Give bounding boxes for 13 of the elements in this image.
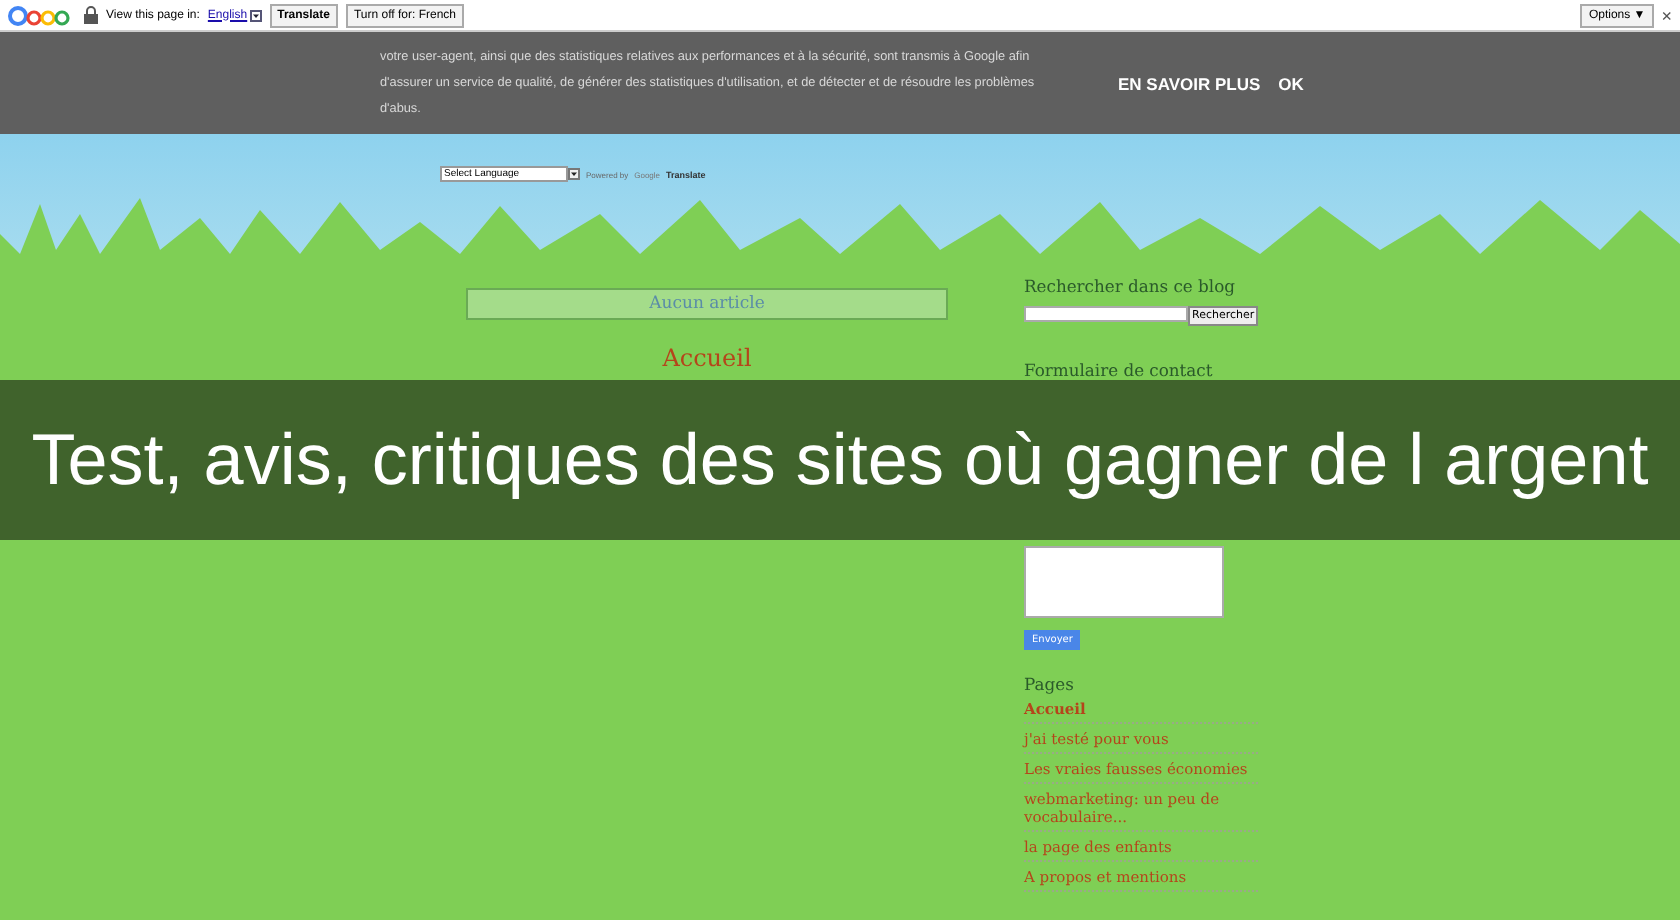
learn-more-link[interactable]: EN SAVOIR PLUS: [1118, 73, 1261, 93]
contact-title: Formulaire de contact: [1024, 360, 1213, 380]
caret-icon: [249, 9, 262, 21]
message-field[interactable]: [1024, 546, 1224, 618]
search-field[interactable]: [1024, 306, 1188, 322]
search-title: Rechercher dans ce blog: [1024, 276, 1235, 296]
banner-title: Test, avis, critiques des sites où gagner de l argent: [31, 418, 1649, 502]
ok-link[interactable]: OK: [1278, 73, 1304, 93]
close-button[interactable]: ×: [1661, 5, 1672, 25]
lock-icon: [84, 6, 98, 24]
pages-title: Pages: [1024, 674, 1074, 694]
caret-icon: [568, 168, 580, 180]
no-posts-notice: Aucun article: [466, 288, 948, 320]
